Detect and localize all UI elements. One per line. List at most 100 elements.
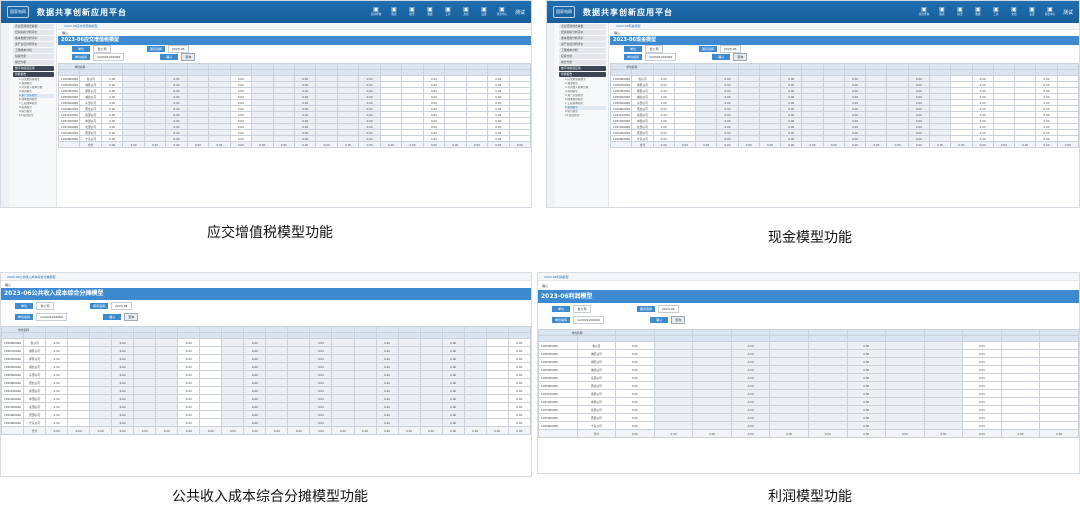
- tool-icon[interactable]: ▣ 工具: [989, 5, 1003, 19]
- period-field[interactable]: 2023-06: [111, 301, 132, 310]
- sidebar-item[interactable]: 经营指标分析评价: [13, 30, 54, 35]
- value-cell: [692, 405, 732, 414]
- value-cell: 0.00: [309, 378, 333, 387]
- tab-profit[interactable]: 2023-06利润模型: [542, 275, 571, 279]
- value-cell: 0.00: [375, 338, 399, 347]
- model-icon[interactable]: ▣ 模型: [405, 5, 419, 19]
- value-cell: 0.00: [309, 394, 333, 403]
- period-label: 期间选择: [699, 46, 718, 52]
- sidebar-item[interactable]: 企业经营综合看板: [13, 24, 54, 29]
- sidebar-item[interactable]: 成本费用分析评价: [559, 36, 606, 41]
- value-cell: 0.00: [846, 413, 887, 422]
- sidebar-item[interactable]: 资产负债分析评价: [13, 42, 54, 47]
- sidebar-item[interactable]: 综合分析: [13, 60, 54, 65]
- value-cell: [419, 378, 443, 387]
- grid-icon[interactable]: ▣ 数据: [423, 5, 437, 19]
- toolbar-confirm[interactable]: 确认: [5, 283, 11, 287]
- code-field[interactable]: 1AX021202000: [36, 312, 68, 321]
- value-cell: [397, 394, 421, 403]
- value-cell: 0.00: [309, 402, 333, 411]
- period-label: 期间选择: [90, 302, 109, 309]
- code-field[interactable]: 1AX021202000: [93, 53, 125, 61]
- total-value-cell: 0.00: [673, 141, 697, 148]
- sidebar-item[interactable]: 投资分析: [559, 54, 606, 59]
- grid-icon[interactable]: ▣ 数据: [971, 5, 985, 19]
- value-cell: 0.00: [730, 389, 771, 398]
- sidebar-item[interactable]: 智能报告: [13, 72, 54, 77]
- value-cell: [923, 341, 964, 350]
- sidebar-item[interactable]: 智能报告: [559, 72, 606, 77]
- total-value-cell: 0.00: [716, 141, 739, 148]
- data-table: 单位名称 1030000000 省公司 0.00 0.00 0.00 0.00 0.00 0.0…: [58, 63, 531, 148]
- report-icon[interactable]: ▣ 报表: [387, 5, 401, 19]
- sidebar-item[interactable]: 资产负债分析评价: [559, 42, 606, 47]
- sidebar-item[interactable]: 综合分析: [559, 60, 606, 65]
- model-icon[interactable]: ▣ 模型: [953, 5, 967, 19]
- sidebar-subitem[interactable]: 10.报告模型: [19, 114, 54, 118]
- value-cell: [155, 354, 179, 363]
- doc-icon[interactable]: ▣ 文档: [459, 5, 473, 19]
- org-code-cell: 1031100000: [538, 389, 578, 398]
- sidebar-item[interactable]: 企业经营综合看板: [559, 24, 606, 29]
- sidebar-item[interactable]: 数字化模型应用: [13, 66, 54, 71]
- period-field[interactable]: 2023-06: [720, 45, 741, 53]
- logo: 国家电网: [7, 6, 29, 18]
- query-button[interactable]: 查询: [181, 53, 196, 61]
- value-cell: 0.00: [962, 341, 1002, 350]
- sidebar-item[interactable]: 数字化模型应用: [559, 66, 606, 71]
- value-cell: 0.00: [441, 410, 465, 419]
- sidebar-item[interactable]: 成本费用分析评价: [13, 36, 54, 41]
- toolbar-confirm[interactable]: 确认: [542, 284, 548, 288]
- toolbar-confirm[interactable]: 确认: [62, 31, 68, 35]
- chart-icon[interactable]: ▣ 应用查询: [917, 5, 931, 19]
- query-button[interactable]: 查询: [124, 312, 139, 321]
- bell-icon[interactable]: ▣ 消息中心: [495, 5, 509, 19]
- chart-icon[interactable]: ▣ 应用查询: [369, 5, 383, 19]
- doc-icon[interactable]: ▣ 文档: [1007, 5, 1021, 19]
- period-field[interactable]: 2023-06: [168, 45, 189, 53]
- gear-icon[interactable]: ▣ 设置: [477, 5, 491, 19]
- value-cell: [923, 365, 964, 374]
- value-cell: 0.00: [615, 421, 655, 430]
- org-field[interactable]: 省公司: [645, 45, 663, 53]
- sidebar-subitem[interactable]: 10.报告模型: [565, 114, 606, 118]
- tab-cash[interactable]: 2023-06现金模型: [614, 24, 643, 28]
- tab-cost[interactable]: 2023-06公共收入成本综合分摊模型: [5, 275, 58, 279]
- sidebar-item[interactable]: 投资分析: [13, 54, 54, 59]
- gear-icon[interactable]: ▣ 设置: [1025, 5, 1039, 19]
- org-code-cell: 1031300000: [538, 405, 578, 414]
- value-cell: [67, 378, 91, 387]
- sidebar: 企业经营综合看板 经营指标分析评价 成本费用分析评价 资产负债分析评价 工程成本分析 投资…: [1, 23, 57, 207]
- value-cell: 0.00: [375, 418, 399, 427]
- tool-icon[interactable]: ▣ 工具: [441, 5, 455, 19]
- query-button[interactable]: 查询: [733, 53, 748, 61]
- query-button[interactable]: 查询: [671, 315, 686, 324]
- bell-icon[interactable]: ▣ 消息中心: [1043, 5, 1057, 19]
- code-field[interactable]: 1AX021202000: [573, 315, 605, 324]
- period-field[interactable]: 2023-06: [658, 304, 679, 313]
- report-icon[interactable]: ▣ 报表: [935, 5, 949, 19]
- value-cell: 0.00: [962, 357, 1002, 366]
- sidebar-item[interactable]: 经营指标分析评价: [559, 30, 606, 35]
- value-cell: [419, 386, 443, 395]
- code-field[interactable]: 1AX021202000: [645, 53, 677, 61]
- org-field[interactable]: 省公司: [36, 301, 54, 310]
- value-cell: [769, 381, 809, 390]
- toolbar-confirm[interactable]: 确认: [614, 31, 620, 35]
- value-cell: [807, 413, 848, 422]
- user-name[interactable]: 测试: [515, 9, 525, 16]
- value-cell: 0.00: [309, 370, 333, 379]
- tab-vat[interactable]: 2023-06应交增值税模型: [62, 24, 100, 28]
- total-value-cell: 0.00: [165, 141, 188, 148]
- sidebar-item[interactable]: 工程成本分析: [559, 48, 606, 53]
- sidebar-item[interactable]: 工程成本分析: [13, 48, 54, 53]
- value-cell: 0.00: [309, 354, 333, 363]
- value-cell: [463, 410, 487, 419]
- logo-text: 国家电网: [10, 9, 26, 14]
- org-field[interactable]: 省公司: [93, 45, 111, 53]
- user-name[interactable]: 测试: [1063, 9, 1073, 16]
- page-title: 2023-06应交增值税模型: [58, 36, 531, 45]
- value-cell: 0.00: [111, 346, 135, 355]
- org-code-cell: 1030600000: [538, 381, 578, 390]
- org-field[interactable]: 省公司: [573, 304, 591, 313]
